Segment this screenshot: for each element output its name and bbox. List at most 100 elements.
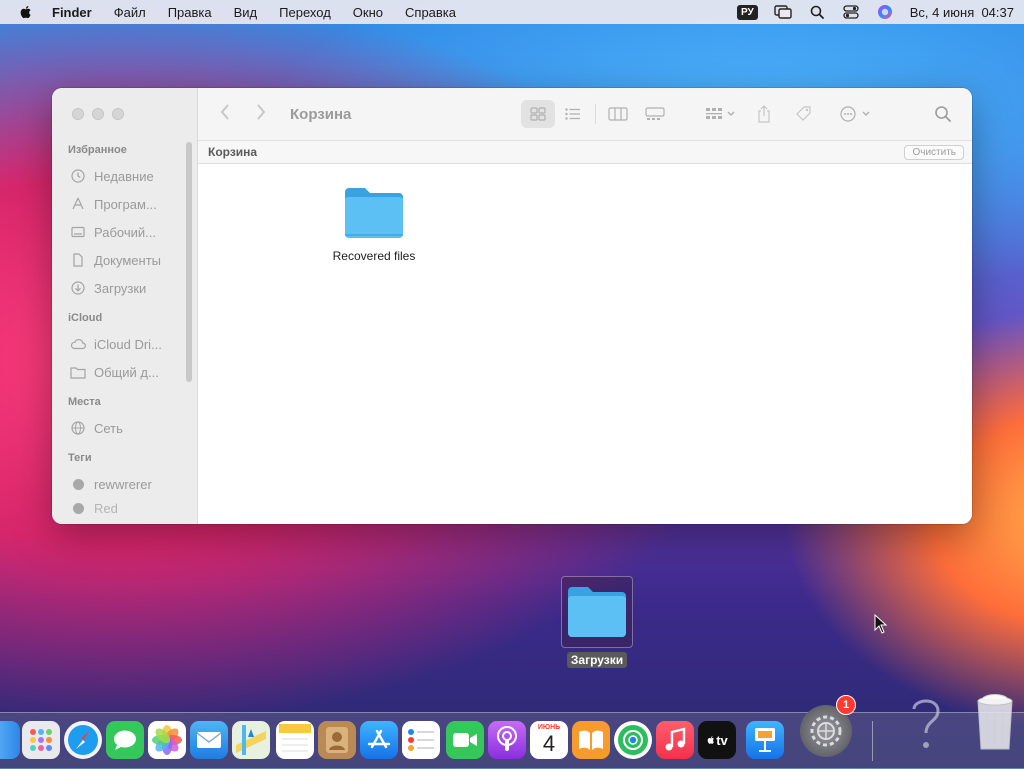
siri-icon[interactable] bbox=[876, 4, 894, 20]
back-button[interactable] bbox=[220, 103, 240, 125]
folder-icon bbox=[345, 188, 403, 238]
close-button[interactable] bbox=[72, 108, 84, 120]
dock-facetime-icon[interactable] bbox=[446, 721, 484, 759]
dock-apple-tv-icon[interactable]: tv bbox=[698, 721, 736, 759]
sidebar-item-recents[interactable]: Недавние bbox=[52, 162, 197, 190]
notification-badge: 1 bbox=[836, 695, 856, 715]
dock-system-preferences-icon[interactable]: 1 bbox=[800, 695, 856, 757]
menu-bar: Finder Файл Правка Вид Переход Окно Спра… bbox=[0, 0, 1024, 24]
calendar-day: 4 bbox=[542, 731, 556, 756]
sidebar-item-label: Общий д... bbox=[94, 364, 159, 380]
dock-keynote-icon[interactable] bbox=[746, 721, 784, 759]
sidebar-item-applications[interactable]: Програм... bbox=[52, 190, 197, 218]
sidebar-item-documents[interactable]: Документы bbox=[52, 246, 197, 274]
tag-icon bbox=[796, 106, 811, 121]
sidebar-item-desktop[interactable]: Рабочий... bbox=[52, 218, 197, 246]
dock-photos-icon[interactable] bbox=[148, 721, 186, 759]
screen-mirroring-icon[interactable] bbox=[774, 4, 792, 20]
clock-icon bbox=[70, 168, 86, 184]
dock-help-question-icon[interactable] bbox=[902, 691, 950, 755]
empty-trash-button[interactable]: Очистить bbox=[904, 144, 964, 160]
sidebar-item-network[interactable]: Сеть bbox=[52, 414, 197, 442]
dock-calendar-icon[interactable]: ИЮНЬ 4 bbox=[530, 721, 568, 759]
sidebar-header-icloud: iCloud bbox=[68, 312, 103, 324]
desktop-folder-label: Загрузки bbox=[566, 652, 628, 668]
mouse-cursor-icon bbox=[874, 613, 888, 637]
shared-folder-icon bbox=[70, 364, 86, 380]
menu-window[interactable]: Окно bbox=[353, 5, 383, 20]
sidebar-item-shared-folder[interactable]: Общий д... bbox=[52, 358, 197, 386]
dock-music-icon[interactable] bbox=[656, 721, 694, 759]
dock-app-store-icon[interactable] bbox=[360, 721, 398, 759]
column-view-button[interactable] bbox=[600, 100, 636, 128]
sidebar-item-tag[interactable]: rewwrerer bbox=[52, 470, 197, 498]
desktop-folder-downloads[interactable]: Загрузки bbox=[561, 576, 633, 668]
dock-separator bbox=[872, 721, 873, 761]
more-actions-button[interactable] bbox=[834, 100, 878, 128]
menu-edit[interactable]: Правка bbox=[168, 5, 212, 20]
dock-contacts-icon[interactable] bbox=[318, 721, 356, 759]
group-by-button[interactable] bbox=[698, 100, 742, 128]
sidebar-item-label: Загрузки bbox=[94, 280, 147, 296]
sidebar-item-label: iCloud Dri... bbox=[94, 336, 162, 352]
tag-dot-icon bbox=[70, 500, 86, 516]
apple-logo-icon[interactable] bbox=[18, 4, 34, 20]
sidebar-item-label: Сеть bbox=[94, 420, 123, 436]
desktop-icon bbox=[70, 224, 86, 240]
minimize-button[interactable] bbox=[92, 108, 104, 120]
dock-maps-icon[interactable] bbox=[232, 721, 270, 759]
dock-messages-icon[interactable] bbox=[106, 721, 144, 759]
dock-books-icon[interactable] bbox=[572, 721, 610, 759]
finder-toolbar: Корзина bbox=[198, 88, 972, 140]
dock: ИЮНЬ 4 tv 1 bbox=[0, 694, 1024, 769]
dock-safari-icon[interactable] bbox=[64, 721, 102, 759]
menu-file[interactable]: Файл bbox=[114, 5, 146, 20]
sidebar-scrollbar[interactable] bbox=[186, 142, 192, 382]
icon-view-button[interactable] bbox=[521, 100, 556, 128]
ellipsis-circle-icon bbox=[840, 106, 870, 122]
download-icon bbox=[70, 280, 86, 296]
sidebar-header-locations: Места bbox=[68, 396, 101, 408]
file-item-recovered-files[interactable]: Recovered files bbox=[324, 186, 424, 263]
dock-notes-icon[interactable] bbox=[276, 721, 314, 759]
trash-location-label: Корзина bbox=[208, 145, 258, 159]
menu-view[interactable]: Вид bbox=[234, 5, 258, 20]
window-controls bbox=[72, 108, 124, 120]
menu-app-finder[interactable]: Finder bbox=[52, 5, 92, 20]
chevron-right-icon bbox=[257, 103, 266, 120]
menu-help[interactable]: Справка bbox=[405, 5, 456, 20]
list-view-button[interactable] bbox=[555, 100, 591, 128]
sidebar-item-icloud-drive[interactable]: iCloud Dri... bbox=[52, 330, 197, 358]
tags-button[interactable] bbox=[786, 100, 822, 128]
sidebar-header-tags: Теги bbox=[68, 452, 92, 464]
search-button[interactable] bbox=[928, 100, 958, 128]
sidebar-item-label: Рабочий... bbox=[94, 224, 156, 240]
dock-mail-icon[interactable] bbox=[190, 721, 228, 759]
document-icon bbox=[70, 252, 86, 268]
forward-button[interactable] bbox=[256, 103, 276, 125]
finder-window: Избранное Недавние Програм... Рабочий...… bbox=[52, 88, 972, 524]
zoom-button[interactable] bbox=[112, 108, 124, 120]
sidebar-item-tag[interactable]: Red bbox=[52, 498, 197, 518]
dock-launchpad-icon[interactable] bbox=[22, 721, 60, 759]
control-center-icon[interactable] bbox=[842, 4, 860, 20]
dock-reminders-icon[interactable] bbox=[402, 721, 440, 759]
dock-trash-icon[interactable] bbox=[970, 689, 1020, 755]
gallery-view-button[interactable] bbox=[636, 100, 674, 128]
sidebar-item-downloads[interactable]: Загрузки bbox=[52, 274, 197, 302]
dock-find-my-icon[interactable] bbox=[614, 721, 652, 759]
dock-finder-icon[interactable] bbox=[0, 721, 20, 759]
view-mode-group bbox=[521, 100, 674, 128]
spotlight-search-icon[interactable] bbox=[808, 4, 826, 20]
gallery-icon bbox=[645, 107, 665, 120]
window-title: Корзина bbox=[290, 105, 352, 123]
tag-dot-icon bbox=[70, 476, 86, 492]
group-icon bbox=[706, 108, 735, 119]
dock-podcasts-icon[interactable] bbox=[488, 721, 526, 759]
share-button[interactable] bbox=[746, 100, 782, 128]
file-browser-content[interactable]: Recovered files bbox=[198, 164, 972, 524]
chevron-left-icon bbox=[220, 103, 229, 120]
input-source-indicator[interactable]: РУ bbox=[737, 4, 758, 20]
menu-go[interactable]: Переход bbox=[279, 5, 331, 20]
menu-clock[interactable]: Вс, 4 июня 04:37 bbox=[910, 5, 1014, 20]
